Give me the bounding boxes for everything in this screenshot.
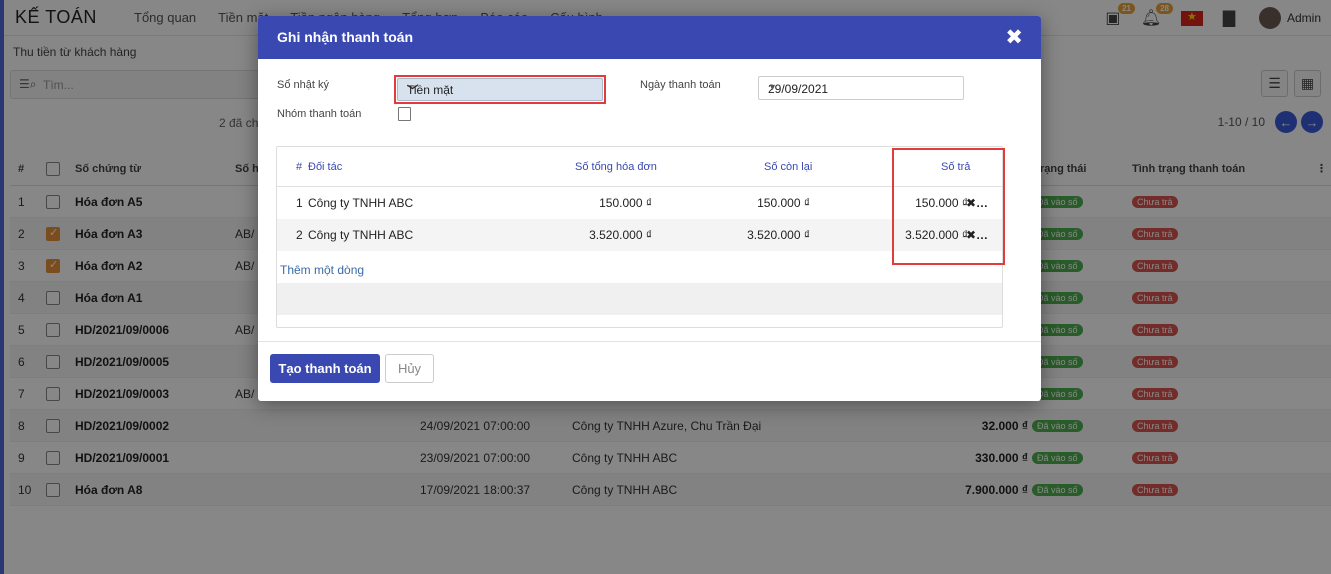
line-total: 150.000 ₫ <box>599 196 652 210</box>
highlight-box-journal <box>394 75 606 104</box>
highlight-box-pay-column <box>892 148 1005 265</box>
empty-row <box>277 283 1002 315</box>
group-payment-checkbox[interactable] <box>398 107 411 121</box>
journal-label: Sổ nhật ký <box>277 79 329 91</box>
line-total: 3.520.000 ₫ <box>589 228 652 242</box>
cancel-button[interactable]: Hủy <box>385 354 434 383</box>
line-partner[interactable]: Công ty TNHH ABC <box>308 228 413 242</box>
line-index: 2 <box>296 228 303 242</box>
left-edge <box>0 0 4 574</box>
date-label: Ngày thanh toán <box>640 79 721 91</box>
payment-dialog: Ghi nhận thanh toán ✖ Sổ nhật ký Tiền mặ… <box>258 16 1041 401</box>
caret-down-icon: ▼ <box>768 82 777 92</box>
dialog-header: Ghi nhận thanh toán ✖ <box>258 16 1041 59</box>
lines-col-remaining[interactable]: Số còn lại <box>764 161 812 173</box>
lines-col-partner[interactable]: Đối tác <box>308 161 342 173</box>
payment-date-input[interactable]: 29/09/2021 ▼ <box>758 76 964 100</box>
lines-col-index: # <box>296 161 303 173</box>
line-partner[interactable]: Công ty TNHH ABC <box>308 196 413 210</box>
line-remaining: 150.000 ₫ <box>757 196 810 210</box>
dialog-title: Ghi nhận thanh toán <box>277 29 414 45</box>
line-index: 1 <box>296 196 303 210</box>
close-icon[interactable]: ✖ <box>1005 25 1023 50</box>
create-payment-button[interactable]: Tạo thanh toán <box>270 354 380 383</box>
lines-col-total[interactable]: Số tổng hóa đơn <box>575 161 657 173</box>
dialog-footer-divider <box>258 341 1041 342</box>
add-line-link[interactable]: Thêm một dòng <box>280 263 364 277</box>
line-remaining: 3.520.000 ₫ <box>747 228 810 242</box>
group-label: Nhóm thanh toán <box>277 108 362 120</box>
